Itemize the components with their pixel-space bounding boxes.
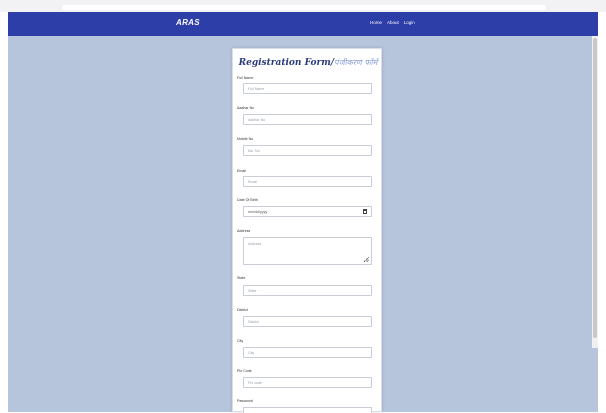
page-scrollbar[interactable] — [592, 36, 598, 348]
pin-code-input[interactable]: Pin code — [243, 377, 372, 388]
form-title-english: Registration Form/ — [238, 58, 335, 68]
district-label: District — [237, 308, 248, 312]
dob-label: Date Of Birth — [237, 198, 258, 202]
address-placeholder: Address — [248, 242, 262, 246]
password-input[interactable] — [243, 407, 372, 413]
nav-about-link[interactable]: About — [387, 20, 399, 25]
pin-code-label: Pin Code — [237, 369, 252, 373]
mobile-input[interactable]: Mo. No. — [243, 145, 372, 156]
registration-form-card: Registration Form/पंजीकरण फॉर्म Full Nam… — [232, 48, 383, 413]
state-input[interactable]: State — [243, 285, 372, 296]
full-name-placeholder: Full Name — [248, 87, 265, 91]
scrollbar-thumb[interactable] — [593, 38, 597, 338]
nav-home-link[interactable]: Home — [370, 20, 382, 25]
browser-chrome — [0, 0, 606, 12]
brand-logo[interactable]: ARAS — [176, 18, 200, 27]
dob-input[interactable]: mm/dd/yyyy — [243, 206, 372, 217]
nav-links: Home About Login — [370, 20, 415, 25]
address-label: Address — [237, 229, 251, 233]
state-label: State — [237, 276, 246, 280]
state-placeholder: State — [248, 289, 257, 293]
district-input[interactable]: District — [243, 316, 372, 327]
city-placeholder: City — [248, 351, 255, 355]
address-textarea[interactable]: Address — [243, 237, 372, 265]
password-label: Password — [237, 399, 253, 403]
pin-code-placeholder: Pin code — [248, 381, 262, 385]
email-input[interactable]: Email — [243, 176, 372, 187]
city-label: City — [237, 339, 244, 343]
full-name-label: Full Name — [237, 76, 254, 80]
email-placeholder: Email — [248, 180, 257, 184]
email-label: Email — [237, 169, 246, 173]
form-title-hindi: पंजीकरण फॉर्म — [334, 58, 378, 67]
calendar-icon[interactable] — [363, 209, 367, 214]
mobile-label: Mobile No — [237, 137, 254, 141]
aadhar-input[interactable]: Aadhar No — [243, 114, 372, 125]
nav-login-link[interactable]: Login — [404, 20, 415, 25]
dob-placeholder: mm/dd/yyyy — [248, 210, 268, 214]
city-input[interactable]: City — [243, 347, 372, 358]
top-navbar: ARAS Home About Login — [8, 12, 598, 36]
form-title: Registration Form/पंजीकरण फॉर्म — [233, 57, 383, 68]
full-name-input[interactable]: Full Name — [243, 83, 372, 94]
mobile-placeholder: Mo. No. — [248, 149, 261, 153]
aadhar-label: Aadhar No — [237, 106, 255, 110]
district-placeholder: District — [248, 320, 259, 324]
browser-address-strip[interactable] — [62, 5, 546, 10]
resize-grip-icon[interactable] — [364, 257, 369, 262]
aadhar-placeholder: Aadhar No — [248, 118, 266, 122]
